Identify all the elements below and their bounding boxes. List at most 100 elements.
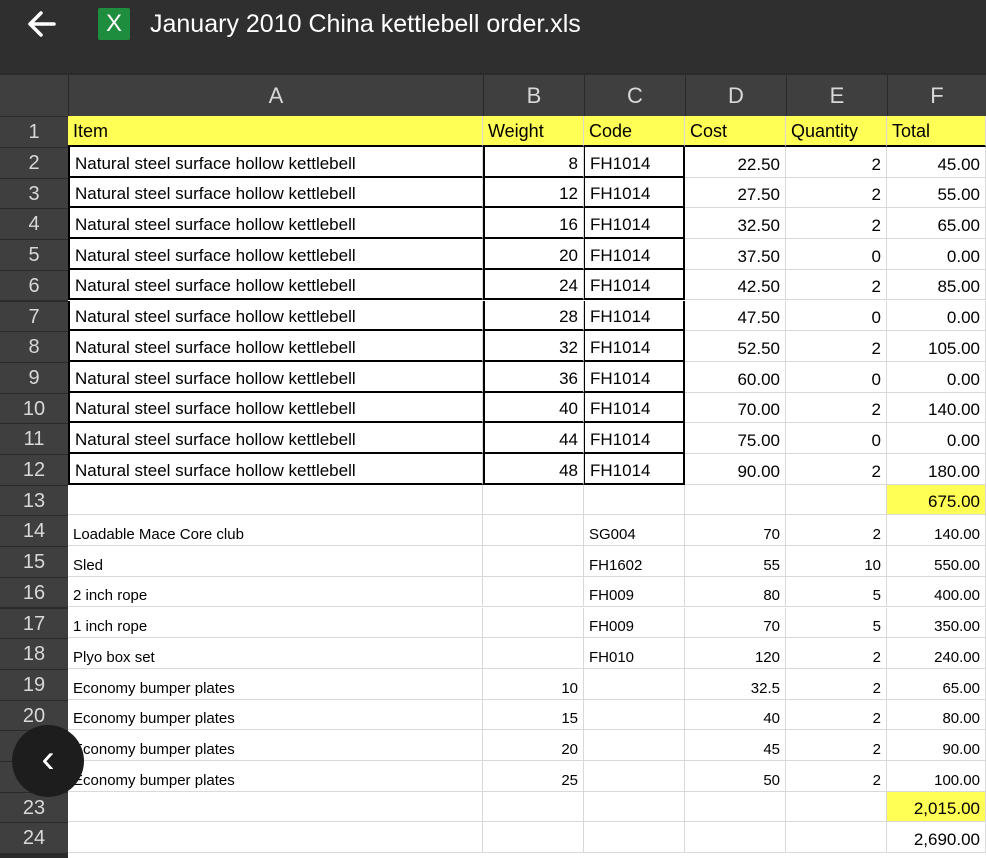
cell-quantity[interactable]: 0 — [786, 300, 887, 332]
spreadsheet[interactable]: A B C D E F 1 2 3 4 5 6 7 8 9 10 11 12 13 14 15 16 17 18 1… — [0, 75, 986, 858]
cell-item[interactable]: 1 inch rope — [68, 607, 483, 639]
cell-weight[interactable] — [483, 484, 584, 516]
cell-quantity[interactable]: 2 — [786, 730, 887, 761]
cell-code[interactable]: FH1602 — [584, 546, 685, 577]
cell-cost[interactable]: 45 — [685, 730, 786, 761]
cell-weight[interactable]: 20 — [483, 239, 584, 270]
cell-quantity[interactable]: 2 — [786, 147, 887, 178]
cell-weight[interactable] — [483, 822, 584, 854]
cell-code[interactable]: FH1014 — [584, 239, 685, 270]
column-header-f[interactable]: F — [887, 75, 986, 116]
row-header[interactable]: 19 — [0, 668, 68, 700]
cell-code[interactable] — [584, 730, 685, 761]
cell-code[interactable]: FH009 — [584, 607, 685, 639]
cell-cost[interactable]: 70 — [685, 607, 786, 639]
cell-total[interactable]: 85.00 — [887, 269, 986, 301]
row-header[interactable]: 7 — [0, 300, 68, 332]
cell-cost[interactable] — [685, 822, 786, 854]
cell-item[interactable]: Natural steel surface hollow kettlebell — [68, 423, 483, 454]
cell-item[interactable]: Economy bumper plates — [68, 730, 483, 761]
cell-quantity[interactable]: 2 — [786, 177, 887, 209]
cell-total[interactable]: 180.00 — [887, 454, 986, 485]
cell-code[interactable] — [584, 668, 685, 700]
cell-item[interactable]: Natural steel surface hollow kettlebell — [68, 239, 483, 270]
cell-weight[interactable]: 40 — [483, 392, 584, 424]
cell-total[interactable]: 0.00 — [887, 300, 986, 332]
cell-quantity[interactable] — [786, 822, 887, 854]
row-header[interactable]: 23 — [0, 791, 68, 823]
cell-code[interactable]: FH1014 — [584, 300, 685, 332]
row-header[interactable]: 14 — [0, 515, 68, 547]
column-header-d[interactable]: D — [685, 75, 786, 116]
cell-weight[interactable]: 16 — [483, 208, 584, 240]
row-header[interactable]: 18 — [0, 638, 68, 669]
cell-weight[interactable]: 44 — [483, 423, 584, 454]
cell-cost[interactable]: 75.00 — [685, 423, 786, 454]
row-header[interactable]: 24 — [0, 822, 68, 854]
cell-weight[interactable] — [483, 576, 584, 608]
select-all-corner[interactable] — [0, 75, 68, 116]
cell-total[interactable]: 0.00 — [887, 361, 986, 393]
cell-weight[interactable]: 28 — [483, 300, 584, 332]
row-header[interactable]: 8 — [0, 331, 68, 362]
cell-quantity[interactable] — [786, 484, 887, 516]
cell-quantity[interactable]: 2 — [786, 331, 887, 362]
cell-total[interactable]: 140.00 — [887, 392, 986, 424]
cell-cost[interactable]: 47.50 — [685, 300, 786, 332]
header-code[interactable]: Code — [584, 116, 685, 147]
cell-item[interactable]: Economy bumper plates — [68, 699, 483, 731]
cell-cost[interactable]: 32.50 — [685, 208, 786, 240]
cell-item[interactable]: Natural steel surface hollow kettlebell — [68, 300, 483, 332]
previous-page-button[interactable]: ‹ — [12, 725, 84, 797]
cell-code[interactable]: FH1014 — [584, 269, 685, 301]
cell-code[interactable]: FH1014 — [584, 331, 685, 362]
back-arrow-icon[interactable] — [24, 6, 60, 42]
cell-cost[interactable]: 27.50 — [685, 177, 786, 209]
cell-cost[interactable]: 60.00 — [685, 361, 786, 393]
cell-weight[interactable]: 10 — [483, 668, 584, 700]
cell-item[interactable]: Economy bumper plates — [68, 761, 483, 792]
row-header[interactable]: 3 — [0, 177, 68, 209]
cell-total[interactable]: 65.00 — [887, 208, 986, 240]
row-header[interactable]: 11 — [0, 423, 68, 454]
cell-cost[interactable]: 52.50 — [685, 331, 786, 362]
cell-quantity[interactable]: 2 — [786, 208, 887, 240]
cell-weight[interactable]: 15 — [483, 699, 584, 731]
cell-weight[interactable]: 24 — [483, 269, 584, 301]
row-header[interactable]: 12 — [0, 454, 68, 485]
cell-quantity[interactable]: 2 — [786, 699, 887, 731]
cell-quantity[interactable]: 0 — [786, 423, 887, 454]
cell-cost[interactable]: 22.50 — [685, 147, 786, 178]
header-total[interactable]: Total — [887, 116, 986, 147]
cell-total[interactable]: 240.00 — [887, 638, 986, 669]
cell-code[interactable]: FH1014 — [584, 423, 685, 454]
cell-cost[interactable] — [685, 484, 786, 516]
cell-weight[interactable] — [483, 546, 584, 577]
cell-code[interactable]: SG004 — [584, 515, 685, 547]
row-header[interactable]: 2 — [0, 147, 68, 178]
cell-item[interactable] — [68, 822, 483, 854]
cell-item[interactable] — [68, 484, 483, 516]
cell-total[interactable]: 675.00 — [887, 484, 986, 516]
cell-quantity[interactable]: 5 — [786, 607, 887, 639]
cell-item[interactable]: Economy bumper plates — [68, 668, 483, 700]
row-header[interactable]: 10 — [0, 392, 68, 424]
cell-cost[interactable]: 120 — [685, 638, 786, 669]
cell-item[interactable]: Natural steel surface hollow kettlebell — [68, 147, 483, 178]
cell-code[interactable]: FH1014 — [584, 392, 685, 424]
cell-total[interactable]: 350.00 — [887, 607, 986, 639]
cell-total[interactable]: 80.00 — [887, 699, 986, 731]
cell-code[interactable] — [584, 699, 685, 731]
cell-weight[interactable]: 20 — [483, 730, 584, 761]
header-cost[interactable]: Cost — [685, 116, 786, 147]
cell-total[interactable]: 65.00 — [887, 668, 986, 700]
cell-weight[interactable] — [483, 638, 584, 669]
cell-item[interactable]: Natural steel surface hollow kettlebell — [68, 269, 483, 301]
cell-weight[interactable]: 48 — [483, 454, 584, 485]
row-header[interactable]: 13 — [0, 484, 68, 516]
cell-item[interactable]: Natural steel surface hollow kettlebell — [68, 177, 483, 209]
cell-grid[interactable]: Item Weight Code Cost Quantity Total Nat… — [68, 116, 986, 858]
cell-item[interactable]: Natural steel surface hollow kettlebell — [68, 208, 483, 240]
cell-total[interactable]: 400.00 — [887, 576, 986, 608]
row-header[interactable]: 9 — [0, 361, 68, 393]
